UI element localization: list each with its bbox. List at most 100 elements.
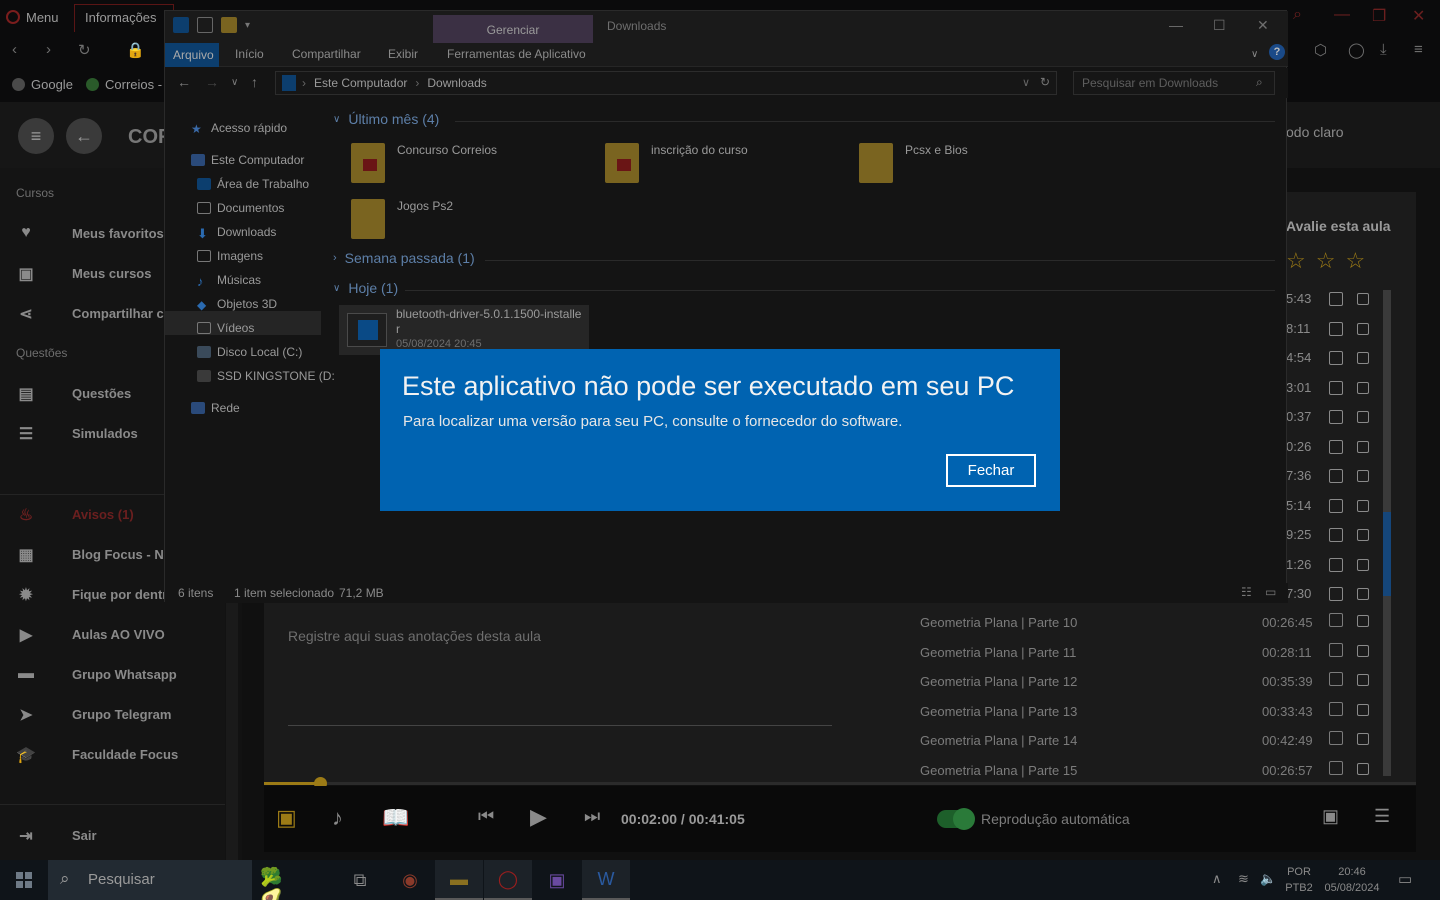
tree-item-este-computador[interactable]: Este Computador xyxy=(191,153,304,167)
chevron-up-icon[interactable]: ∧ xyxy=(1212,871,1222,887)
previous-icon[interactable]: ⏮ xyxy=(478,806,494,827)
tree-item-documentos[interactable]: Documentos xyxy=(197,201,284,215)
lesson-checkbox[interactable] xyxy=(1357,470,1369,482)
lesson-checkbox[interactable] xyxy=(1357,500,1369,512)
refresh-icon[interactable]: ↻ xyxy=(1040,75,1050,89)
breadcrumb-item[interactable]: Este Computador xyxy=(314,76,407,90)
pdf-icon[interactable] xyxy=(1329,499,1343,513)
lesson-checkbox[interactable] xyxy=(1357,411,1369,423)
properties-icon[interactable] xyxy=(197,17,213,33)
reload-icon[interactable]: ↻ xyxy=(78,41,91,59)
lesson-row[interactable]: Geometria Plana | Parte 13 00:33:43 xyxy=(920,697,1380,725)
opera-menu-button[interactable]: Menu xyxy=(6,4,59,30)
lesson-checkbox[interactable] xyxy=(1357,529,1369,541)
app-icon[interactable]: ▣ xyxy=(533,860,581,900)
download-icon[interactable]: ⤓ xyxy=(1380,41,1387,58)
bookmark-correios[interactable]: Correios - ... xyxy=(86,77,177,92)
taskbar-search[interactable]: ⌕ Pesquisar 🥦🥑🍅 xyxy=(48,860,282,900)
lesson-checkbox[interactable] xyxy=(1357,293,1369,305)
back-arrow-icon[interactable]: ← xyxy=(66,118,102,154)
lesson-checkbox[interactable] xyxy=(1357,733,1369,745)
lesson-checkbox[interactable] xyxy=(1357,441,1369,453)
pdf-icon[interactable] xyxy=(1329,381,1343,395)
file-explorer-icon[interactable]: ▬ xyxy=(435,860,483,900)
close-icon[interactable]: ✕ xyxy=(1257,17,1269,34)
folder-item[interactable]: Pcsx e Bios xyxy=(859,143,968,183)
volume-icon[interactable]: 🔈 xyxy=(1260,871,1276,887)
tab-ferramentas[interactable]: Ferramentas de Aplicativo xyxy=(447,47,586,61)
sidebar-item-sair[interactable]: ⇥ Sair xyxy=(16,826,96,846)
sidebar-item-fique[interactable]: ✹ Fique por dentro xyxy=(16,585,175,605)
lesson-checkbox[interactable] xyxy=(1357,704,1369,716)
explorer-search-input[interactable]: Pesquisar em Downloads ⌕ xyxy=(1073,71,1275,95)
tiles-view-icon[interactable]: ▭ xyxy=(1265,585,1276,599)
restore-icon[interactable]: ❐ xyxy=(1372,6,1386,26)
pdf-icon[interactable] xyxy=(1329,702,1343,716)
task-view-icon[interactable]: ⧉ xyxy=(336,860,384,900)
expand-ribbon-icon[interactable]: ∨ xyxy=(1251,49,1258,60)
lesson-checkbox[interactable] xyxy=(1357,674,1369,686)
tree-item-videos[interactable]: Vídeos xyxy=(197,321,254,335)
start-button[interactable] xyxy=(16,872,32,888)
pdf-icon[interactable] xyxy=(1329,469,1343,483)
sidebar-item-blog[interactable]: ▦ Blog Focus - No xyxy=(16,545,171,565)
tree-item-rede[interactable]: Rede xyxy=(191,401,240,415)
pdf-icon[interactable] xyxy=(1329,351,1343,365)
playlist-icon[interactable]: ☰ xyxy=(1374,806,1390,827)
details-view-icon[interactable]: ☷ xyxy=(1241,585,1252,599)
group-ultimo-mes[interactable]: ∨ Último mês (4) xyxy=(333,111,439,127)
pdf-icon[interactable] xyxy=(1329,643,1343,657)
chevron-down-icon[interactable]: ∨ xyxy=(1022,76,1030,89)
lesson-checkbox[interactable] xyxy=(1357,352,1369,364)
sidebar-item-simulados[interactable]: ☰ Simulados xyxy=(16,424,138,444)
tree-item-downloads[interactable]: ⬇ Downloads xyxy=(197,225,276,241)
video-library-icon[interactable]: ▣ xyxy=(276,805,297,831)
forward-icon[interactable]: → xyxy=(205,74,219,90)
tab-compartilhar[interactable]: Compartilhar xyxy=(292,47,361,61)
tab-inicio[interactable]: Início xyxy=(235,47,264,61)
notifications-icon[interactable]: ▭ xyxy=(1398,870,1412,888)
folder-item[interactable]: Concurso Correios xyxy=(351,143,497,183)
tree-item-ssd[interactable]: SSD KINGSTONE (D: xyxy=(197,369,335,383)
tree-item-acesso-rapido[interactable]: ★ Acesso rápido xyxy=(191,121,287,136)
video-progress-track[interactable] xyxy=(264,782,1416,785)
word-icon[interactable]: W xyxy=(582,860,630,900)
new-folder-icon[interactable] xyxy=(221,17,237,33)
maximize-icon[interactable]: ☐ xyxy=(1213,17,1226,34)
lesson-checkbox[interactable] xyxy=(1357,323,1369,335)
lesson-row[interactable]: Geometria Plana | Parte 10 00:26:45 xyxy=(920,608,1380,636)
opera-icon[interactable]: ◯ xyxy=(484,860,532,900)
lesson-checkbox[interactable] xyxy=(1357,645,1369,657)
tab-exibir[interactable]: Exibir xyxy=(388,47,418,61)
explorer-address-bar[interactable]: › Este Computador › Downloads ∨ ↻ xyxy=(275,71,1057,95)
search-icon[interactable]: ⌕ xyxy=(1293,6,1302,24)
lesson-list-scroll-thumb[interactable] xyxy=(1383,512,1391,596)
sidebar-item-telegram[interactable]: ➤ Grupo Telegram xyxy=(16,705,171,725)
sidebar-item-compartilhar[interactable]: ⋖ Compartilhar cu xyxy=(16,304,171,324)
tab-gerenciar[interactable]: Gerenciar xyxy=(433,15,593,43)
sidebar-item-aovivo[interactable]: ▶ Aulas AO VIVO xyxy=(16,625,165,645)
lesson-checkbox[interactable] xyxy=(1357,615,1369,627)
pdf-icon[interactable] xyxy=(1329,292,1343,306)
pdf-icon[interactable] xyxy=(1329,528,1343,542)
forward-icon[interactable]: › xyxy=(46,41,51,58)
easy-setup-icon[interactable]: ≡ xyxy=(1414,41,1423,58)
sidebar-item-favoritos[interactable]: ♥ Meus favoritos xyxy=(16,224,164,242)
profile-icon[interactable]: ◯ xyxy=(1348,41,1365,59)
group-semana-passada[interactable]: › Semana passada (1) xyxy=(333,250,475,266)
back-icon[interactable]: ‹ xyxy=(12,41,17,58)
next-icon[interactable]: ⏭ xyxy=(584,806,600,827)
lesson-row[interactable]: Geometria Plana | Parte 15 00:26:57 xyxy=(920,756,1380,784)
lesson-row[interactable]: Geometria Plana | Parte 11 00:28:11 xyxy=(920,638,1380,666)
tree-item-imagens[interactable]: Imagens xyxy=(197,249,263,263)
rating-stars[interactable]: ☆☆☆ xyxy=(1286,248,1375,274)
lesson-row[interactable]: Geometria Plana | Parte 14 00:42:49 xyxy=(920,726,1380,754)
help-icon[interactable]: ? xyxy=(1269,44,1285,60)
hamburger-icon[interactable]: ≡ xyxy=(18,118,54,154)
bookmark-google[interactable]: Google xyxy=(12,77,73,92)
minimize-icon[interactable]: — xyxy=(1334,6,1350,24)
lesson-checkbox[interactable] xyxy=(1357,559,1369,571)
folder-item[interactable]: Jogos Ps2 xyxy=(351,199,453,239)
tab-arquivo[interactable]: Arquivo xyxy=(165,43,219,67)
up-icon[interactable]: ↑ xyxy=(251,74,258,90)
